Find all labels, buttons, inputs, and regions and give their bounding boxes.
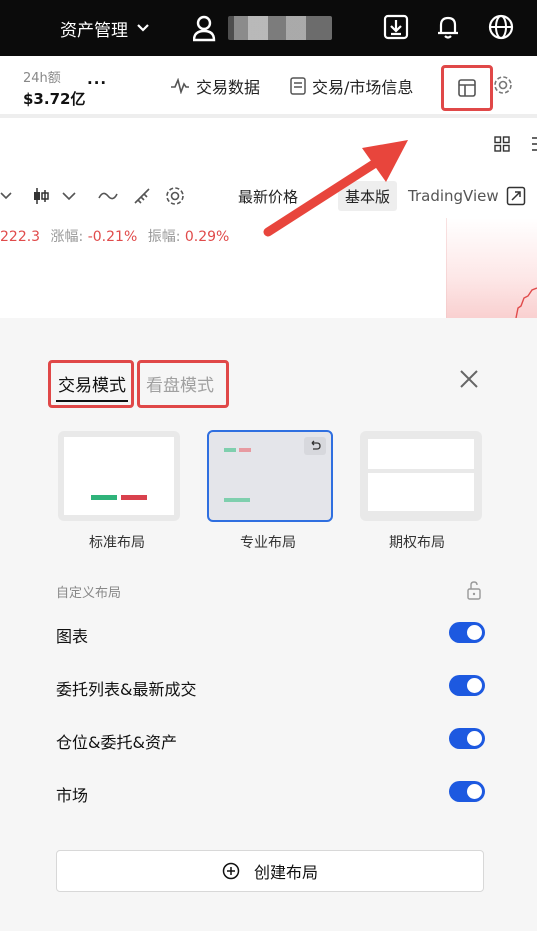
- latest-price-selector[interactable]: 最新价格: [238, 184, 298, 208]
- change-label: 涨幅:: [50, 229, 84, 245]
- toggle-label: 图表: [56, 627, 89, 646]
- latest-price-label: 最新价格: [238, 187, 299, 206]
- more-stats-button[interactable]: ···: [87, 74, 107, 92]
- toggle-row-market: 市场: [56, 779, 486, 809]
- indicator-wave-icon[interactable]: [98, 184, 118, 208]
- toggle-row-orderbook: 委托列表&最新成交: [56, 673, 486, 703]
- toggle-knob: [467, 731, 482, 746]
- drawing-ruler-icon[interactable]: [132, 184, 152, 208]
- buy-bar: [91, 495, 117, 500]
- toggle-row-positions: 仓位&委托&资产: [56, 726, 486, 756]
- layout-card-standard[interactable]: [58, 431, 180, 521]
- trade-data-label: 交易数据: [196, 78, 261, 97]
- chevron-down-icon: [137, 24, 149, 32]
- plus-circle-icon: [222, 862, 240, 880]
- expand-icon[interactable]: [506, 186, 526, 206]
- change-value: -0.21%: [87, 229, 138, 245]
- document-icon: [290, 77, 306, 95]
- price-change-line: 222.3 涨幅: -0.21% 振幅: 0.29%: [0, 226, 229, 246]
- grid-icon[interactable]: [494, 136, 510, 152]
- layout-icon: [458, 79, 476, 97]
- sell-bar: [121, 495, 147, 500]
- amplitude-value: 0.29%: [184, 229, 230, 245]
- top-bar: 资产管理: [0, 0, 537, 56]
- create-layout-button[interactable]: 创建布局: [56, 850, 484, 892]
- tab-trade-mode[interactable]: 交易模式: [48, 360, 134, 408]
- create-layout-label: 创建布局: [253, 863, 318, 882]
- layout-settings-sheet: 交易模式 看盘模式 标准布局 专业布局 期权布局 自定义布局 图表 委托列表&最…: [0, 318, 537, 931]
- toggle-label: 市场: [56, 786, 89, 805]
- toggle-knob: [467, 784, 482, 799]
- tab-view-mode[interactable]: 看盘模式: [137, 360, 229, 408]
- toggle-label: 仓位&委托&资产: [56, 733, 177, 752]
- buy-mini-bar: [224, 448, 236, 452]
- chevron-down-icon[interactable]: [0, 184, 12, 208]
- amplitude-label: 振幅:: [147, 229, 181, 245]
- globe-icon[interactable]: [486, 12, 516, 42]
- layout-preview: [64, 437, 174, 515]
- tab-view-mode-label: 看盘模式: [146, 376, 214, 396]
- market-toggle[interactable]: [449, 781, 485, 802]
- positions-orders-assets-toggle[interactable]: [449, 728, 485, 749]
- reset-layout-button[interactable]: [304, 437, 326, 455]
- menu-icon[interactable]: [530, 136, 537, 152]
- bell-icon[interactable]: [433, 12, 463, 42]
- layout-preview-top: [368, 439, 474, 469]
- toggle-label: 委托列表&最新成交: [56, 680, 197, 699]
- chart-toolbar: 最新价格 基本版 TradingView: [0, 178, 537, 214]
- layout-options-label: 期权布局: [389, 535, 445, 551]
- asset-management-menu[interactable]: 资产管理: [60, 14, 150, 42]
- download-icon[interactable]: [381, 12, 411, 42]
- candlestick-icon[interactable]: [32, 184, 50, 208]
- toggle-knob: [467, 678, 482, 693]
- price-chart-canvas[interactable]: [445, 218, 537, 319]
- active-tab-underline: [56, 400, 128, 402]
- volume-24h-label: 24h额: [23, 71, 61, 86]
- basic-version-tab[interactable]: 基本版: [338, 181, 398, 211]
- chevron-down-icon[interactable]: [62, 184, 76, 208]
- trade-data-link[interactable]: 交易数据: [170, 74, 260, 98]
- gear-icon[interactable]: [164, 184, 186, 208]
- user-icon[interactable]: [193, 14, 219, 42]
- buy-mini-bar: [224, 498, 250, 502]
- price-value: 222.3: [0, 229, 41, 245]
- sell-mini-bar: [239, 448, 251, 452]
- chart-area: 最新价格 基本版 TradingView 222.3 涨幅: -0.21% 振幅…: [0, 122, 537, 319]
- volume-24h-value: $3.72亿: [23, 90, 86, 108]
- layout-standard-label: 标准布局: [89, 535, 145, 551]
- layout-card-pro[interactable]: [207, 430, 333, 522]
- toggle-row-chart: 图表: [56, 620, 486, 650]
- market-stats-bar: 24h额 $3.72亿 ··· 交易数据 交易/市场信息: [0, 56, 537, 118]
- toggle-knob: [467, 625, 482, 640]
- orderbook-trades-toggle[interactable]: [449, 675, 485, 696]
- tab-trade-mode-label: 交易模式: [58, 376, 126, 396]
- user-id-redacted: [228, 16, 332, 40]
- unlock-icon[interactable]: [466, 580, 482, 600]
- close-icon[interactable]: [458, 368, 480, 390]
- layout-preview-bottom: [368, 473, 474, 511]
- asset-management-label: 资产管理: [60, 20, 128, 41]
- trade-market-info-link[interactable]: 交易/市场信息: [290, 74, 413, 98]
- layout-pro-label: 专业布局: [240, 535, 296, 551]
- layout-settings-button[interactable]: [441, 65, 493, 111]
- trade-market-info-label: 交易/市场信息: [312, 78, 414, 97]
- layout-card-options[interactable]: [360, 431, 482, 521]
- chart-toggle[interactable]: [449, 622, 485, 643]
- custom-layout-label: 自定义布局: [56, 586, 122, 601]
- undo-icon: [311, 440, 321, 450]
- pulse-icon: [171, 78, 189, 94]
- tradingview-tab[interactable]: TradingView: [408, 187, 499, 205]
- gear-icon[interactable]: [492, 74, 514, 96]
